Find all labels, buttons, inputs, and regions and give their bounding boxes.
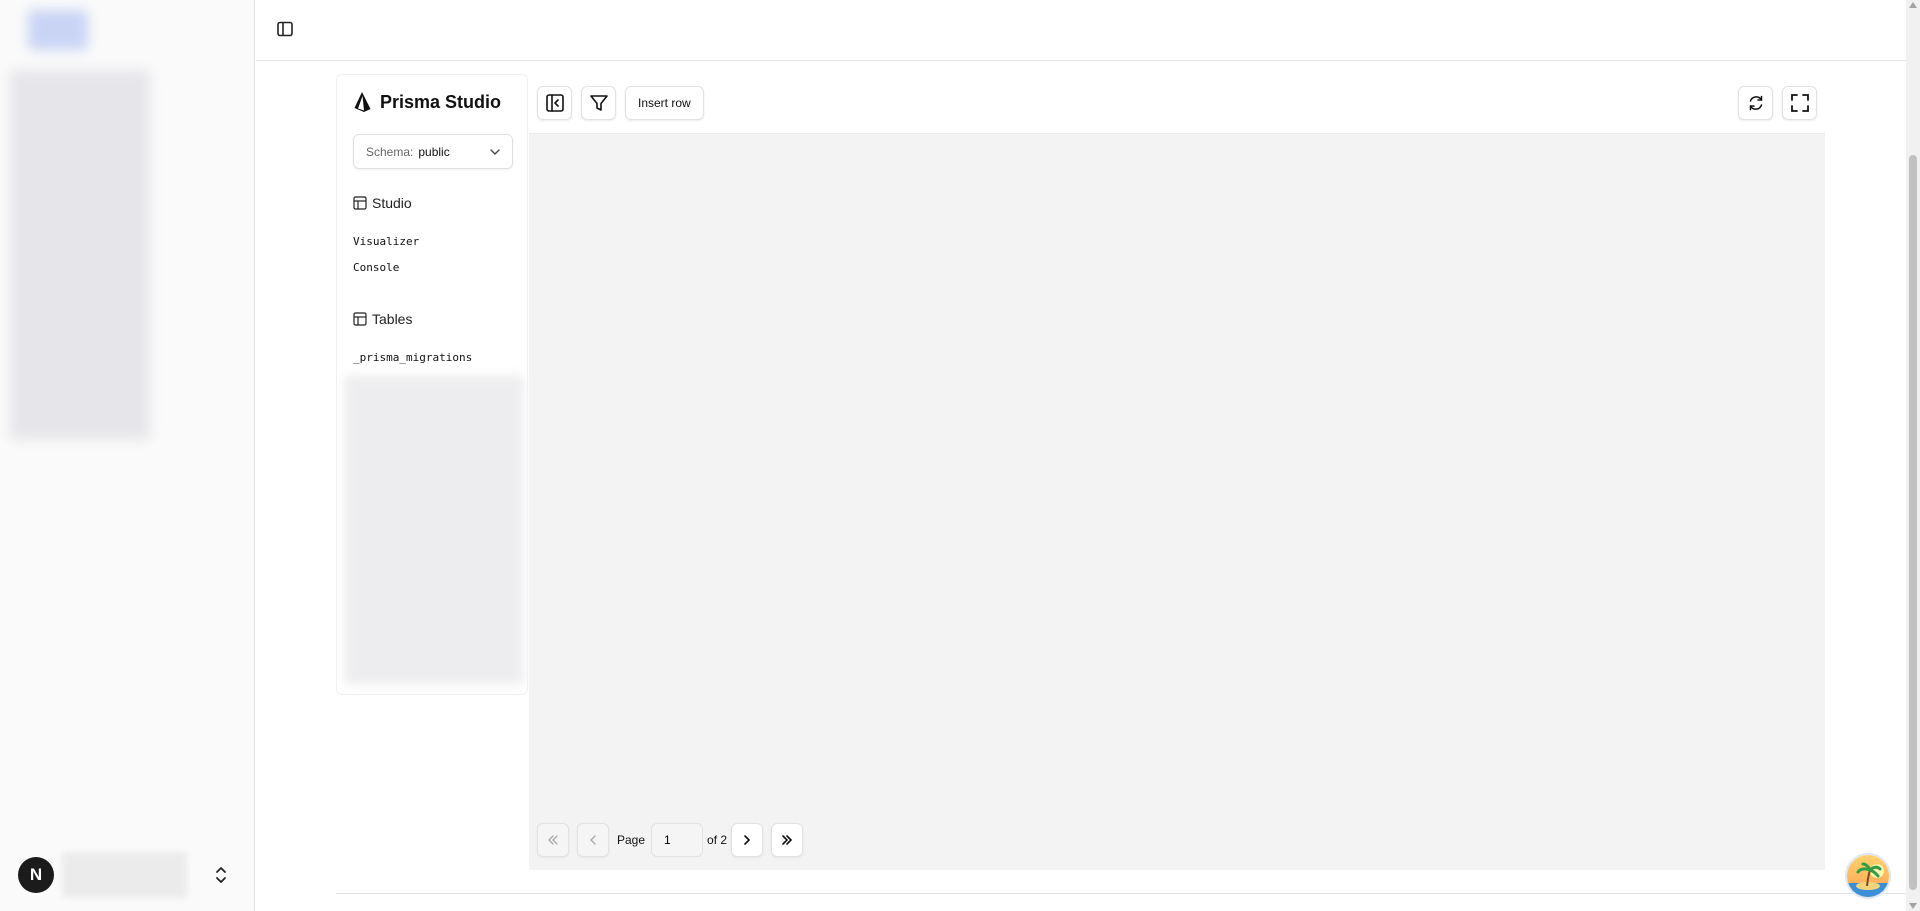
page-count-label: of 2 [707,833,728,847]
scroll-down-icon[interactable] [1909,903,1917,909]
brand-title: Prisma Studio [380,91,502,112]
prisma-logo-icon [354,92,371,112]
table-icon [353,196,367,210]
blurred-logo [28,10,88,50]
filter-button[interactable] [581,86,616,120]
blurred-table-list [344,375,524,685]
table-item-prisma-migrations[interactable]: _prisma_migrations [353,351,472,364]
studio-sidebar: Prisma Studio Schema: public Studio Visu… [336,74,528,695]
app-sidebar: N [0,0,255,911]
grid-toolbar: Insert row [529,74,1825,134]
avatar: N [18,857,54,893]
page-number-input[interactable] [651,823,704,857]
fullscreen-button[interactable] [1782,86,1817,120]
pagination: Page of 2 [537,822,811,858]
last-page-button[interactable] [771,823,804,857]
chevron-right-icon [744,835,751,845]
divider [336,893,1906,894]
island-badge-icon[interactable] [1845,853,1891,899]
scroll-thumb[interactable] [1909,155,1917,890]
top-header [256,0,1906,61]
chevrons-left-icon [548,835,558,845]
filter-icon [589,95,608,111]
scroll-up-icon[interactable] [1909,2,1917,8]
data-grid-area: Insert row Page of 2 [529,74,1825,870]
table-icon [353,312,367,326]
chevrons-right-icon [782,835,793,845]
tables-section-label: Tables [372,311,413,327]
nav-visualizer[interactable]: Visualizer [353,235,419,248]
schema-label: Schema: [366,144,414,159]
page-scrollbar[interactable] [1906,0,1920,911]
brand: Prisma Studio [353,91,501,113]
collapse-sidebar-button[interactable] [537,86,572,120]
grid-body [529,134,1825,870]
refresh-icon [1749,95,1762,111]
user-menu[interactable]: N [18,851,240,899]
studio-section-heading: Studio [353,195,412,211]
panel-collapse-icon [545,94,564,112]
insert-row-button[interactable]: Insert row [625,86,704,120]
user-name-blurred [62,852,187,898]
prisma-studio: Prisma Studio Schema: public Studio Visu… [336,74,1825,870]
first-page-button[interactable] [537,823,569,857]
chevron-left-icon [590,835,596,845]
page-label: Page [617,833,646,847]
next-page-button[interactable] [731,823,764,857]
sidebar-toggle-icon[interactable] [276,20,294,38]
nav-console[interactable]: Console [353,261,399,274]
chevron-up-down-icon [216,867,226,883]
schema-value: public [418,144,450,159]
fullscreen-icon [1790,94,1809,112]
previous-page-button[interactable] [577,823,609,857]
chevron-down-icon [490,148,500,155]
schema-select[interactable]: Schema: public [353,134,513,169]
blurred-nav [10,70,150,440]
studio-section-label: Studio [372,195,412,211]
refresh-button[interactable] [1738,86,1773,120]
tables-section-heading: Tables [353,311,412,327]
